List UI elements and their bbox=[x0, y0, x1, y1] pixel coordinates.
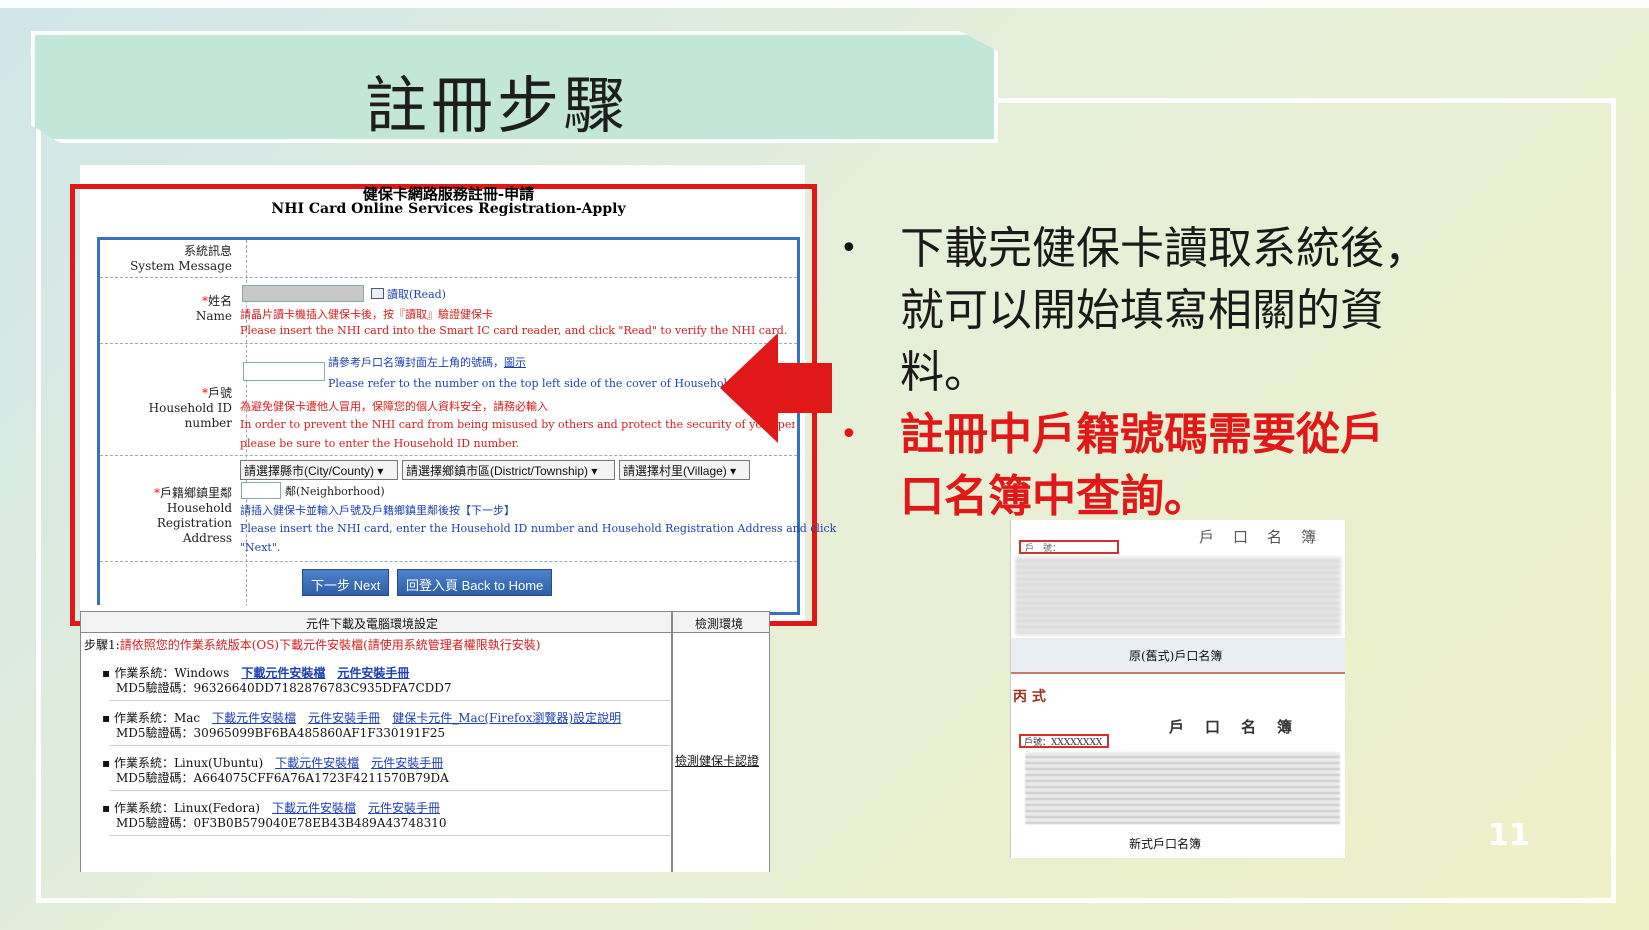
household-certificate-image: 戶 口 名 簿 戶 號： 原(舊式)戶口名簿 丙 式 戶 口 名 簿 戶號：XX… bbox=[1010, 520, 1345, 858]
download-installer-link[interactable]: 下載元件安裝檔 bbox=[272, 801, 356, 815]
install-manual-link[interactable]: 元件安裝手冊 bbox=[368, 801, 440, 815]
system-message-label-en: System Message bbox=[130, 259, 232, 273]
old-hh-highlight: 戶 號： bbox=[1019, 540, 1119, 554]
bullet-2-line-2: 口名簿中查詢。 bbox=[900, 471, 1208, 522]
illustration-link[interactable]: 圖示 bbox=[504, 356, 526, 369]
blurred-old-certificate bbox=[1015, 556, 1341, 634]
chevron-down-icon: ▾ bbox=[730, 464, 737, 478]
household-warning-en: In order to prevent the NHI card from be… bbox=[240, 418, 795, 431]
name-label-en: Name bbox=[195, 309, 232, 323]
household-warning-zh: 為避免健保卡遭他人冒用，保障您的個人資料安全，請務必輸入 bbox=[240, 400, 548, 413]
md5-windows: MD5驗證碼：96326640DD7182876783C935DFA7CDD7 bbox=[116, 681, 452, 695]
address-hint-en2: "Next". bbox=[240, 541, 281, 554]
check-nhi-card-link[interactable]: 檢測健保卡認證 bbox=[675, 752, 759, 769]
chevron-down-icon: ▾ bbox=[377, 464, 384, 478]
download-installer-link[interactable]: 下載元件安裝檔 bbox=[241, 666, 325, 680]
system-message-row: 系統訊息 System Message bbox=[100, 240, 797, 278]
address-label-en1: Household Registration bbox=[156, 501, 232, 530]
left-arrow-icon bbox=[720, 333, 832, 443]
new-certificate-type: 丙 式 bbox=[1013, 689, 1046, 705]
address-label-en2: Address bbox=[182, 531, 232, 545]
mac-firefox-setup-link[interactable]: 健保卡元件_Mac(Firefox瀏覽器)設定說明 bbox=[392, 711, 621, 725]
slide-title: 註冊步驟 bbox=[365, 69, 630, 142]
district-select[interactable]: 請選擇鄉鎮市區(District/Township) ▾ bbox=[402, 460, 615, 480]
environment-header-text: 檢測環境 bbox=[695, 617, 744, 631]
md5-fedora: MD5驗證碼：0F3B0B579040E78EB43B489A43748310 bbox=[116, 816, 447, 830]
name-row: *姓名 Name 讀取(Read) 請晶片讀卡機插入健保卡後，按『讀取』驗證健保卡… bbox=[100, 278, 797, 344]
md5-ubuntu: MD5驗證碼：A664075CFF6A76A1723F4211570B79DA bbox=[116, 771, 449, 785]
bullet-1-line-2: 就可以開始填寫相關的資 bbox=[900, 285, 1384, 336]
old-certificate-header: 戶 口 名 簿 bbox=[1199, 528, 1319, 546]
household-ref-hint: 請參考戶口名簿封面左上角的號碼，圖示 bbox=[328, 356, 526, 369]
household-id-input[interactable] bbox=[243, 362, 325, 381]
download-header: 元件下載及電腦環境設定 bbox=[80, 611, 672, 633]
install-manual-link[interactable]: 元件安裝手冊 bbox=[308, 711, 380, 725]
top-edge bbox=[0, 0, 1649, 8]
blurred-new-certificate bbox=[1025, 752, 1340, 824]
md5-mac: MD5驗證碼：30965099BF6BA485860AF1F330191F25 bbox=[116, 726, 446, 740]
environment-header: 檢測環境 bbox=[672, 611, 770, 633]
new-certificate-caption: 新式戶口名簿 bbox=[1129, 837, 1202, 851]
bullet-1-line-3: 料。 bbox=[900, 347, 988, 398]
read-button[interactable]: 讀取(Read) bbox=[371, 286, 446, 302]
household-id-row: *戶號 Household ID number 請參考戶口名簿封面左上角的號碼，圖… bbox=[100, 344, 800, 456]
install-manual-link[interactable]: 元件安裝手冊 bbox=[371, 756, 443, 770]
old-certificate-caption: 原(舊式)戶口名簿 bbox=[1129, 649, 1223, 663]
bullet-1-marker: • bbox=[840, 231, 858, 266]
form-highlight-box: 健保卡網路服務註冊-申請 NHI Card Online Services Re… bbox=[70, 184, 836, 626]
address-label: 戶籍鄉鎮里鄰 bbox=[159, 486, 232, 500]
system-message-label: 系統訊息 bbox=[183, 244, 232, 258]
household-id-label: 戶號 bbox=[207, 386, 232, 400]
name-hint-en: Please insert the NHI card into the Smar… bbox=[240, 324, 788, 337]
card-icon bbox=[371, 288, 384, 299]
step1-text: 步驟1:請依照您的作業系統版本(OS)下載元件安裝檔(請使用系統管理者權限執行安… bbox=[84, 638, 541, 652]
bullet-1-line-1: 下載完健保卡讀取系統後， bbox=[900, 223, 1428, 274]
install-manual-link[interactable]: 元件安裝手冊 bbox=[337, 666, 409, 680]
new-certificate-header: 戶 口 名 簿 bbox=[1169, 718, 1296, 736]
village-select[interactable]: 請選擇村里(Village) ▾ bbox=[619, 460, 750, 480]
registration-form: 系統訊息 System Message *姓名 Name 讀取(Read) 請晶片讀… bbox=[97, 237, 836, 615]
address-hint-en: Please insert the NHI card, enter the Ho… bbox=[240, 522, 837, 535]
download-panel: 元件下載及電腦環境設定 檢測環境 步驟1:請依照您的作業系統版本(OS)下載元件… bbox=[80, 605, 770, 872]
address-row: *戶籍鄉鎮里鄰 Household Registration Address 請選擇… bbox=[100, 456, 836, 562]
new-hh-highlight: 戶號：XXXXXXXX bbox=[1019, 734, 1109, 748]
form-title-en: NHI Card Online Services Registration-Ap… bbox=[271, 201, 626, 217]
household-warning-en2: please be sure to enter the Household ID… bbox=[240, 437, 520, 450]
name-label: 姓名 bbox=[207, 294, 232, 308]
download-installer-link[interactable]: 下載元件安裝檔 bbox=[212, 711, 296, 725]
name-hint-zh: 請晶片讀卡機插入健保卡後，按『讀取』驗證健保卡 bbox=[240, 308, 493, 321]
download-header-text: 元件下載及電腦環境設定 bbox=[306, 617, 439, 631]
neighborhood-label: 鄰(Neighborhood) bbox=[285, 485, 385, 498]
bullet-2-marker: • bbox=[840, 417, 858, 452]
back-to-home-button[interactable]: 回登入頁 Back to Home bbox=[397, 569, 553, 596]
download-installer-link[interactable]: 下載元件安裝檔 bbox=[275, 756, 359, 770]
page-number: 11 bbox=[1488, 818, 1530, 853]
chevron-down-icon: ▾ bbox=[591, 464, 598, 478]
neighborhood-input[interactable] bbox=[241, 482, 281, 499]
address-hint-zh: 請插入健保卡並輸入戶號及戶籍鄉鎮里鄰後按【下一步】 bbox=[240, 504, 515, 517]
name-field[interactable] bbox=[242, 285, 364, 302]
household-id-label-en: Household ID number bbox=[148, 401, 232, 430]
old-caption-bar: 原(舊式)戶口名簿 bbox=[1011, 638, 1345, 672]
city-select[interactable]: 請選擇縣市(City/County) ▾ bbox=[240, 460, 398, 480]
next-button[interactable]: 下一步 Next bbox=[302, 569, 390, 596]
bullet-2-line-1: 註冊中戶籍號碼需要從戶 bbox=[900, 409, 1384, 460]
